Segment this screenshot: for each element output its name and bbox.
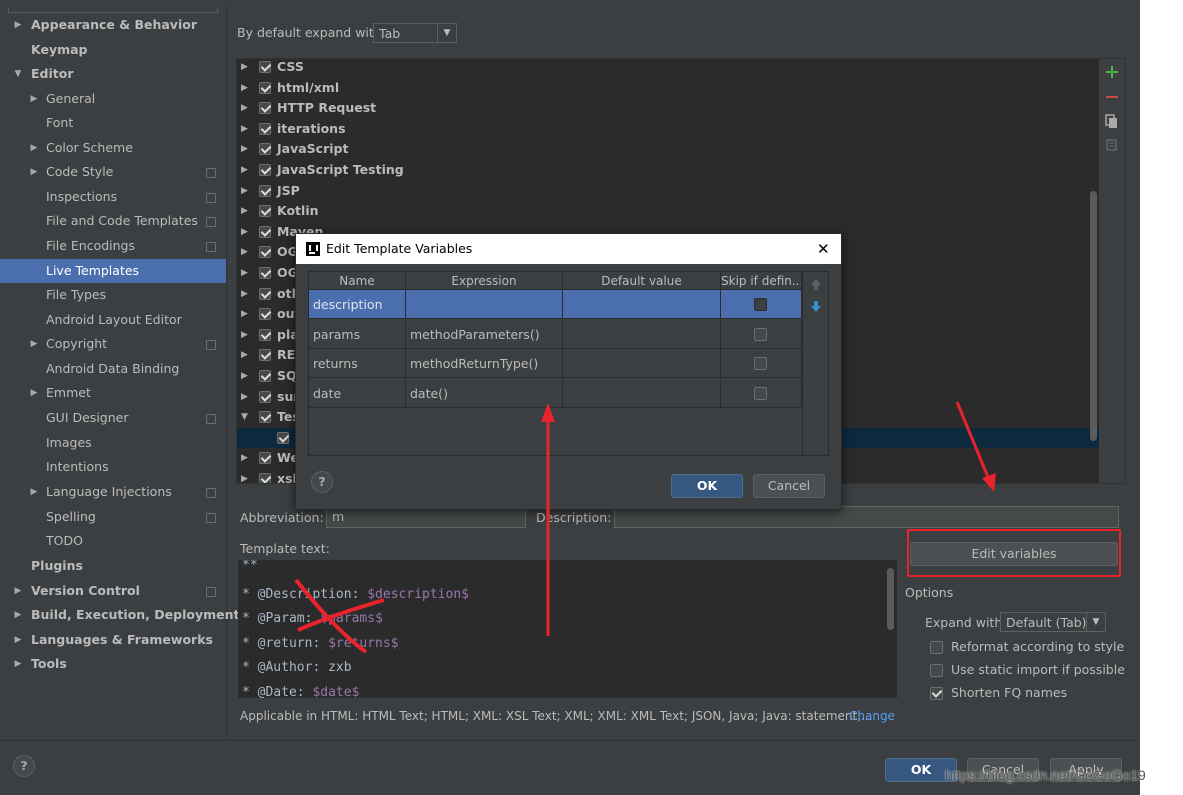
annotation-overlay xyxy=(294,401,996,654)
watermark-text: https://blog.csdn.net/GoGoGo19 xyxy=(945,767,1146,783)
